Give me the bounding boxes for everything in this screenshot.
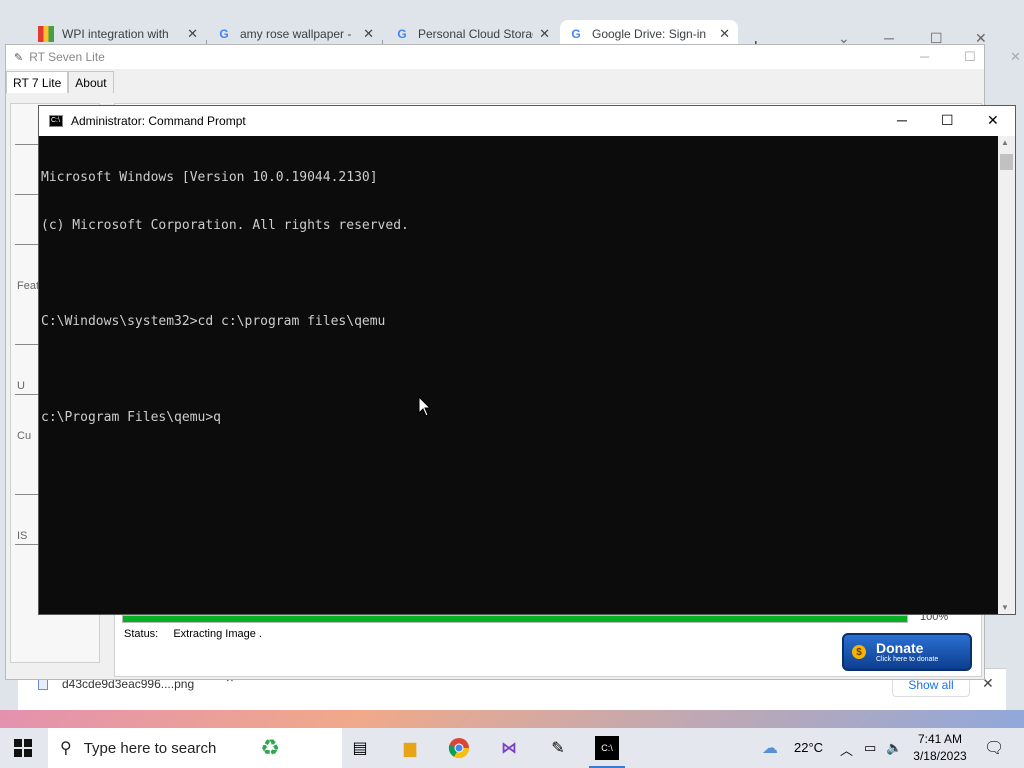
- progress-fill: [123, 616, 907, 622]
- close-icon[interactable]: ✕: [1010, 49, 1021, 65]
- sidebar-item-iso[interactable]: IS: [17, 530, 27, 542]
- rt7lite-icon: ✎: [14, 51, 24, 64]
- close-icon[interactable]: ✕: [987, 112, 999, 129]
- rt7lite-icon[interactable]: ✎: [546, 736, 570, 760]
- rt-title-bar: ✎ RT Seven Lite ─ ☐ ✕: [6, 45, 1021, 69]
- sidebar-item-features[interactable]: Feat: [17, 280, 39, 292]
- chrome-icon[interactable]: [447, 736, 471, 760]
- sidebar-item-unattended[interactable]: U: [17, 380, 25, 392]
- tab-label: Personal Cloud Storag: [418, 27, 534, 41]
- coin-icon: $: [852, 645, 866, 659]
- close-icon[interactable]: ✕: [187, 26, 198, 42]
- command-prompt-icon[interactable]: C:\: [589, 736, 625, 768]
- network-icon[interactable]: ▭: [864, 740, 876, 756]
- volume-muted-icon[interactable]: 🔈: [886, 740, 902, 756]
- browser-tabstrip: WPI integration with ✕ G amy rose wallpa…: [0, 14, 1024, 58]
- search-placeholder: Type here to search: [83, 739, 217, 757]
- tab-label: Google Drive: Sign-in: [592, 27, 707, 41]
- rt-window-title: RT Seven Lite: [29, 50, 105, 64]
- close-icon[interactable]: ✕: [363, 26, 374, 42]
- clock-date: 3/18/2023: [913, 749, 967, 763]
- google-favicon: G: [397, 27, 407, 41]
- close-icon[interactable]: ✕: [539, 26, 550, 42]
- console-line: C:\Windows\system32>cd c:\program files\…: [41, 314, 386, 329]
- maximize-icon[interactable]: ☐: [941, 112, 954, 129]
- weather-temperature[interactable]: 22°C: [794, 740, 823, 755]
- chevron-up-icon[interactable]: ︿: [840, 740, 853, 759]
- maximize-icon[interactable]: ☐: [964, 49, 976, 65]
- taskbar-search-box[interactable]: ⚲ Type here to search ♻: [48, 728, 342, 768]
- scroll-up-icon[interactable]: ▲: [1001, 138, 1009, 147]
- scroll-down-icon[interactable]: ▼: [1001, 603, 1009, 612]
- tab-label: WPI integration with: [62, 27, 169, 41]
- recycle-icon: ♻: [260, 735, 281, 760]
- scroll-thumb[interactable]: [1000, 154, 1013, 170]
- status-value: Extracting Image .: [173, 628, 262, 640]
- google-favicon: G: [219, 27, 229, 41]
- tab-rt7lite[interactable]: RT 7 Lite: [6, 71, 69, 93]
- weather-cloud-icon[interactable]: ☁: [762, 738, 778, 758]
- status-label: Status:: [124, 628, 159, 640]
- command-prompt-window: C:\ Administrator: Command Prompt ─ ☐ ✕ …: [38, 105, 1016, 615]
- console-line: c:\Program Files\qemu>q: [41, 410, 222, 425]
- rt-tabs: RT 7 Lite About: [6, 71, 114, 93]
- cmd-window-title: Administrator: Command Prompt: [71, 114, 246, 128]
- command-prompt-icon: C:\: [49, 115, 63, 127]
- visual-studio-icon[interactable]: ⋈: [497, 736, 521, 760]
- taskbar: ⚲ Type here to search ♻ ▤ ▆ ⋈ ✎ C:\ ☁ 22…: [0, 728, 1024, 768]
- status-line: Status: Extracting Image .: [124, 628, 262, 640]
- file-explorer-icon[interactable]: ▆: [398, 736, 422, 760]
- minimize-icon[interactable]: ─: [897, 112, 907, 128]
- system-clock[interactable]: 7:41 AM 3/18/2023: [908, 731, 972, 765]
- progress-bar: [122, 615, 908, 623]
- console-line: Microsoft Windows [Version 10.0.19044.21…: [41, 170, 378, 185]
- tab-label: amy rose wallpaper -: [240, 27, 352, 41]
- wpi-favicon: [38, 26, 54, 42]
- notification-icon[interactable]: 🗨: [984, 738, 1004, 758]
- donate-subtitle: Click here to donate: [876, 655, 939, 663]
- cmd-title-bar: C:\ Administrator: Command Prompt ─ ☐ ✕: [39, 106, 1015, 136]
- donate-title: Donate: [876, 639, 924, 656]
- minimize-icon[interactable]: ─: [920, 49, 929, 64]
- close-icon[interactable]: ✕: [719, 26, 730, 42]
- search-icon: ⚲: [60, 740, 72, 757]
- vertical-scrollbar[interactable]: ▲ ▼: [998, 136, 1015, 614]
- mouse-cursor-icon: [418, 396, 432, 417]
- clock-time: 7:41 AM: [917, 732, 963, 746]
- sidebar-item-customization[interactable]: Cu: [17, 430, 31, 442]
- task-view-icon[interactable]: ▤: [348, 736, 372, 760]
- tab-about[interactable]: About: [68, 71, 114, 93]
- windows-start-icon[interactable]: [14, 739, 32, 757]
- cmd-console[interactable]: Microsoft Windows [Version 10.0.19044.21…: [41, 138, 997, 614]
- google-favicon: G: [571, 27, 581, 41]
- donate-button[interactable]: $ Donate Click here to donate: [842, 633, 972, 671]
- console-line: (c) Microsoft Corporation. All rights re…: [41, 218, 409, 233]
